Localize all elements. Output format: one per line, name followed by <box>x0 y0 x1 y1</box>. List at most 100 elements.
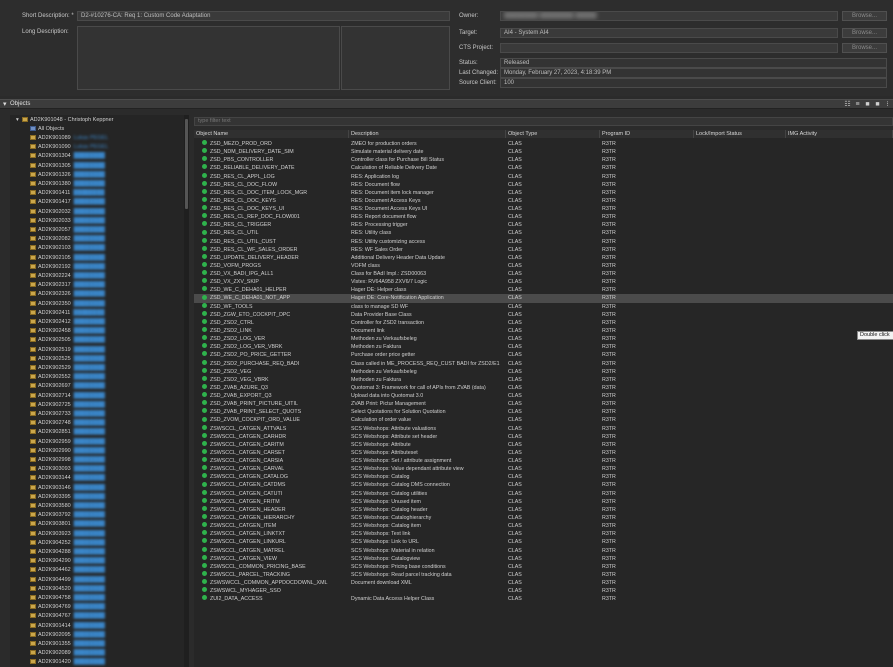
table-row[interactable]: ZSWSCCL_CATGEN_CARVAL SCS Webshops: Value… <box>194 465 893 473</box>
tree-item[interactable]: AD2K904252 ████████ <box>30 539 105 547</box>
table-row[interactable]: ZSD_ZSD2_VEG_VBRK Methoden zu Faktura CLAS… <box>194 375 893 384</box>
more-icon[interactable]: ⁝ <box>884 101 891 108</box>
tree-item[interactable]: AD2K901089 Lukas PEGEL <box>30 134 108 142</box>
tree-item[interactable]: AD2K901304 ████████ <box>30 152 105 160</box>
table-row[interactable]: ZSD_PBS_CONTROLLER Controller class for P… <box>194 156 893 164</box>
tree-item[interactable]: AD2K904499 ████████ <box>30 576 105 584</box>
table-row[interactable]: ZSD_RES_CL_UTIL_CUST RES: Utility customi… <box>194 237 893 246</box>
long-description-area-2[interactable] <box>341 26 450 90</box>
table-row[interactable]: ZSWSCCL_COMMON_PRICING_BASE SCS Webshops:… <box>194 562 893 571</box>
tree-item[interactable]: AD2K904520 ████████ <box>30 585 105 593</box>
column-header[interactable]: Lock/Import Status <box>694 130 786 138</box>
tree-item[interactable]: AD2K901326 ████████ <box>30 171 105 179</box>
table-row[interactable]: ZSWSCCL_CATGEN_ATTVALS SCS Webshops: Attr… <box>194 424 893 433</box>
tree-item[interactable]: AD2K902748 ████████ <box>30 419 105 427</box>
tree-item[interactable]: AD2K903144 ████████ <box>30 474 105 482</box>
tree-item[interactable]: AD2K902317 ████████ <box>30 281 105 289</box>
table-row[interactable]: ZSD_RES_CL_DOC_KEYS_UI RES: Document Acce… <box>194 205 893 213</box>
tree-item[interactable]: AD2K902350 ████████ <box>30 300 105 308</box>
target-browse-button[interactable]: Browse... <box>842 28 887 38</box>
tree-item[interactable]: AD2K903146 ████████ <box>30 484 105 492</box>
table-row[interactable]: ZSWSCCL_CATGEN_CARSIA SCS Webshops: Set /… <box>194 457 893 465</box>
table-row[interactable]: ZSD_ZVAB_PRINT_SELECT_QUOTS Select Quotat… <box>194 408 893 416</box>
table-row[interactable]: ZUI2_DATA_ACCESS Dynamic Data Access Help… <box>194 595 893 603</box>
tree-item[interactable]: AD2K902411 ████████ <box>30 309 105 317</box>
table-row[interactable]: ZSWSCCL_CATGEN_CATUTI SCS Webshops: Catal… <box>194 489 893 498</box>
objects-section-header[interactable]: ▾ Objects ☷ ≡ ■ ■ ⁝ <box>0 99 893 109</box>
tree-item[interactable]: AD2K901305 ████████ <box>30 162 105 170</box>
tree-item[interactable]: AD2K902089 ████████ <box>30 649 105 657</box>
column-header[interactable]: Description <box>349 130 506 138</box>
tree-item[interactable]: AD2K902505 ████████ <box>30 336 105 344</box>
tree-item[interactable]: AD2K902458 ████████ <box>30 327 105 335</box>
table-row[interactable]: ZSD_RES_CL_DOC_ITEM_LOCK_MGR RES: Documen… <box>194 188 893 197</box>
tree-item[interactable]: AD2K904767 ████████ <box>30 612 105 620</box>
table-row[interactable]: ZSD_RES_CL_DOC_KEYS RES: Document Access … <box>194 197 893 205</box>
tree-item[interactable]: AD2K903792 ████████ <box>30 511 105 519</box>
tree-item[interactable]: AD2K901355 ████████ <box>30 640 105 648</box>
table-row[interactable]: ZSD_VOFM_PROGS VOFM class CLAS R3TR <box>194 262 893 270</box>
tree-item[interactable]: AD2K902714 ████████ <box>30 392 105 400</box>
owner-field[interactable]: ████████ ████████ █████ <box>500 11 838 21</box>
tree-item[interactable]: AD2K902032 ████████ <box>30 208 105 216</box>
tree-item[interactable]: AD2K904290 ████████ <box>30 557 105 565</box>
tree-item[interactable]: AD2K902033 ████████ <box>30 217 105 225</box>
cts-browse-button[interactable]: Browse... <box>842 43 887 53</box>
table-row[interactable]: ZSWSCCL_CATGEN_MATREL SCS Webshops: Mater… <box>194 546 893 555</box>
tree-item[interactable]: AD2K904288 ████████ <box>30 548 105 556</box>
tree-item[interactable]: AD2K902959 ████████ <box>30 438 105 446</box>
table-row[interactable]: ZSWSCCL_CATGEN_CATDMS SCS Webshops: Catal… <box>194 481 893 489</box>
cts-project-field[interactable] <box>500 43 838 53</box>
table-row[interactable]: ZSD_RES_CL_TRIGGER RES: Processing trigge… <box>194 221 893 229</box>
tree-item[interactable]: AD2K904758 ████████ <box>30 594 105 602</box>
table-row[interactable]: ZSD_RES_CL_APPL_LOG RES: Application log C… <box>194 172 893 181</box>
table-row[interactable]: ZSD_ZSD2_LOG_VER Methoden zu Verkaufsbele… <box>194 335 893 343</box>
table-row[interactable]: ZSD_ZVAB_EXPORT_Q3 Upload data into Quoto… <box>194 392 893 400</box>
table-row[interactable]: ZSD_RES_CL_REP_DOC_FLOW001 RES: Report do… <box>194 213 893 221</box>
table-row[interactable]: ZSD_ZSD2_VEG Methoden zu Verkaufsbeleg CLA… <box>194 367 893 376</box>
tree-item[interactable]: AD2K901380 ████████ <box>30 180 105 188</box>
table-row[interactable]: ZSD_ZVOM_COCKPIT_ORD_VALUE Calculation of… <box>194 416 893 424</box>
table-row[interactable]: ZSD_ZSD2_CTRL Controller for ZSD2 transac… <box>194 318 893 327</box>
table-row[interactable]: ZSWSCCL_CATGEN_LINKURL SCS Webshops: Link… <box>194 538 893 546</box>
tree-item[interactable]: AD2K902103 ████████ <box>30 244 105 252</box>
table-row[interactable]: ZSWSCCL_CATGEN_CARITM SCS Webshops: Attri… <box>194 440 893 449</box>
table-row[interactable]: ZSWSCCL_CATGEN_ITEM SCS Webshops: Catalog… <box>194 522 893 530</box>
tree-item[interactable]: AD2K901420 ████████ <box>30 658 105 666</box>
tree-item[interactable]: AD2K902057 ████████ <box>30 226 105 234</box>
tree-item[interactable]: AD2K902326 ████████ <box>30 290 105 298</box>
table-row[interactable]: ZSD_ZVAB_PRINT_PICTURE_UITIL ZVAB Print: … <box>194 400 893 408</box>
table-row[interactable]: ZSWSCCL_CATGEN_VIEW SCS Webshops: Catalog… <box>194 554 893 563</box>
table-row[interactable]: ZSWSCCL_CATGEN_CARHDR SCS Webshops: Attri… <box>194 432 893 441</box>
column-header[interactable]: Program ID <box>600 130 694 138</box>
tree-item[interactable]: AD2K902224 ████████ <box>30 272 105 280</box>
table-row[interactable]: ZSD_WF_TOOLS class to manage SD WF CLAS R3T… <box>194 302 893 311</box>
column-header[interactable]: Object Type <box>506 130 600 138</box>
column-header[interactable]: Object Name <box>194 130 349 138</box>
tree-item[interactable]: AD2K903093 ████████ <box>30 465 105 473</box>
tree-item[interactable]: AD2K901417 ████████ <box>30 198 105 206</box>
table-row[interactable]: ZSD_WE_C_DEHA01_HELPER Hager DE: Helper c… <box>194 286 893 294</box>
table-row[interactable]: ZSWSCCL_CATGEN_HIERARCHY SCS Webshops: Ca… <box>194 514 893 522</box>
tree-scrollbar[interactable] <box>184 115 189 667</box>
tree-item[interactable]: AD2K902525 ████████ <box>30 355 105 363</box>
table-row[interactable]: ZSD_RES_CL_DOC_FLOW RES: Document flow CLA… <box>194 180 893 189</box>
tree-item[interactable]: AD2K902192 ████████ <box>30 263 105 271</box>
tree-item[interactable]: AD2K903923 ████████ <box>30 530 105 538</box>
tree-item[interactable]: AD2K904769 ████████ <box>30 603 105 611</box>
table-row[interactable]: ZSWSWCCL_COMMON_APPDOCDOWNL_XML Document … <box>194 579 893 587</box>
tree-root[interactable]: ▾ AD2K901048 - Christoph Keppner <box>16 116 113 124</box>
hierarchy-icon[interactable]: ☷ <box>844 101 851 108</box>
table-row[interactable]: ZSD_UPDATE_DELIVERY_HEADER Additional Del… <box>194 253 893 262</box>
tree-item[interactable]: AD2K901090 Lukas PEGEL <box>30 143 108 151</box>
tree-item[interactable]: AD2K901411 ████████ <box>30 189 105 197</box>
tree-item[interactable]: AD2K902733 ████████ <box>30 410 105 418</box>
tree-item[interactable]: AD2K902725 ████████ <box>30 401 105 409</box>
tree-scroll-thumb[interactable] <box>185 119 188 209</box>
table-row[interactable]: ZSD_ZSD2_LINK Document link CLAS R3TR <box>194 327 893 335</box>
table-row[interactable]: ZSD_RES_CL_UTIL RES: Utility class CLAS R3T… <box>194 229 893 237</box>
owner-browse-button[interactable]: Browse... <box>842 11 887 21</box>
table-row[interactable]: ZSD_RES_CL_WF_SALES_ORDER RES: WF Sales O… <box>194 245 893 254</box>
collapse-icon[interactable]: ▾ <box>3 100 7 108</box>
table-row[interactable]: ZSD_ZSD2_PO_PRICE_GETTER Purchase order p… <box>194 351 893 359</box>
